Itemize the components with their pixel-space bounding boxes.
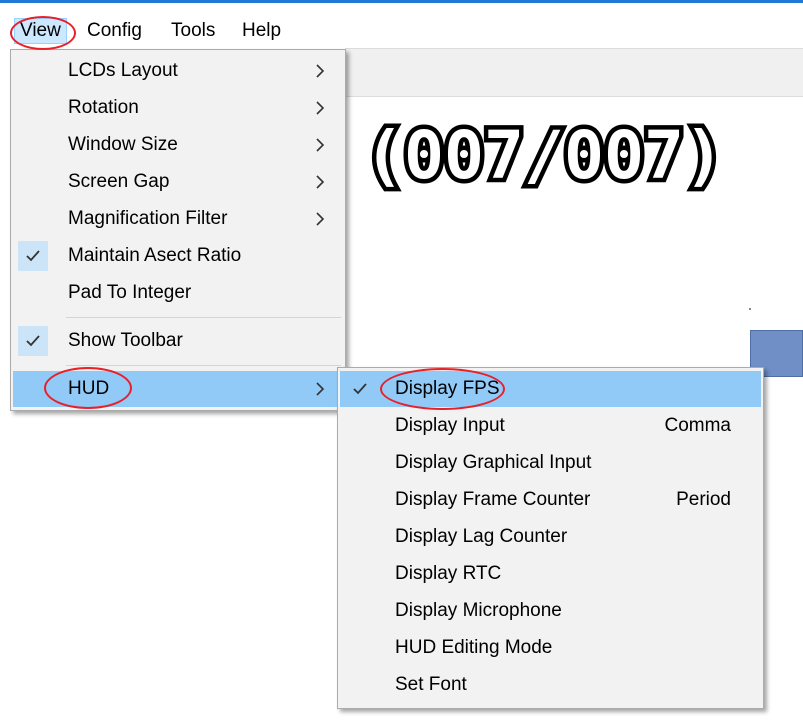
- menu-item-lcds-layout[interactable]: LCDs Layout: [13, 53, 343, 89]
- menu-tools[interactable]: Tools: [166, 18, 220, 44]
- chevron-right-icon: [315, 175, 325, 189]
- annotation-circle-view: [10, 16, 76, 50]
- menu-item-maintain-aspect-ratio[interactable]: Maintain Asect Ratio: [13, 238, 343, 274]
- chevron-right-icon: [315, 64, 325, 78]
- hud-fps-display: (007/007): [360, 114, 729, 194]
- checkmark-icon: [18, 241, 48, 271]
- shortcut-label: Period: [676, 489, 731, 510]
- menu-item-label: Show Toolbar: [68, 330, 183, 351]
- menu-item-display-graphical-input[interactable]: Display Graphical Input: [340, 445, 761, 481]
- menu-item-hud-editing-mode[interactable]: HUD Editing Mode: [340, 630, 761, 666]
- menu-item-set-font[interactable]: Set Font: [340, 667, 761, 703]
- chevron-right-icon: [315, 382, 325, 396]
- menu-bar: View Config Tools Help: [0, 10, 803, 50]
- shortcut-label: Comma: [664, 415, 731, 436]
- menu-item-display-lag-counter[interactable]: Display Lag Counter: [340, 519, 761, 555]
- menu-item-label: Display RTC: [395, 563, 502, 584]
- menu-separator: [66, 317, 341, 318]
- menu-item-label: Display Frame Counter: [395, 489, 591, 510]
- menu-help[interactable]: Help: [237, 18, 286, 44]
- annotation-circle-hud: [44, 367, 132, 409]
- menu-item-display-rtc[interactable]: Display RTC: [340, 556, 761, 592]
- window-top-edge: [0, 0, 803, 10]
- hud-submenu: Display FPS Display Input Comma Display …: [337, 367, 764, 709]
- menu-config[interactable]: Config: [82, 18, 147, 44]
- hud-fps-text: (007/007): [364, 117, 724, 194]
- checkmark-icon: [18, 326, 48, 356]
- checkmark-icon: [345, 374, 375, 404]
- chevron-right-icon: [315, 101, 325, 115]
- menu-item-label: Window Size: [68, 134, 178, 155]
- menu-item-pad-to-integer[interactable]: Pad To Integer: [13, 275, 343, 311]
- menu-item-label: Rotation: [68, 97, 139, 118]
- menu-item-label: Display Lag Counter: [395, 526, 568, 547]
- menu-config-label: Config: [87, 20, 142, 41]
- chevron-right-icon: [315, 138, 325, 152]
- menu-item-label: Maintain Asect Ratio: [68, 245, 242, 266]
- menu-item-magnification-filter[interactable]: Magnification Filter: [13, 201, 343, 237]
- menu-item-label: Pad To Integer: [68, 282, 192, 303]
- menu-item-label: Display Microphone: [395, 600, 562, 621]
- menu-item-display-microphone[interactable]: Display Microphone: [340, 593, 761, 629]
- annotation-circle-display-fps: [380, 368, 505, 410]
- menu-item-label: Magnification Filter: [68, 208, 228, 229]
- stray-pixel: [749, 308, 751, 310]
- chevron-right-icon: [315, 212, 325, 226]
- view-dropdown-menu: LCDs Layout Rotation Window Size Screen …: [10, 49, 346, 411]
- menu-item-label: Set Font: [395, 674, 467, 695]
- menu-item-label: HUD Editing Mode: [395, 637, 553, 658]
- menu-item-display-input[interactable]: Display Input Comma: [340, 408, 761, 444]
- menu-help-label: Help: [242, 20, 282, 41]
- menu-item-label: Screen Gap: [68, 171, 170, 192]
- menu-item-show-toolbar[interactable]: Show Toolbar: [13, 323, 343, 359]
- menu-item-label: LCDs Layout: [68, 60, 178, 81]
- menu-item-label: Display Graphical Input: [395, 452, 592, 473]
- menu-item-screen-gap[interactable]: Screen Gap: [13, 164, 343, 200]
- menu-item-label: Display Input: [395, 415, 505, 436]
- menu-separator: [66, 365, 341, 366]
- toolbar-area: [345, 48, 803, 97]
- menu-tools-label: Tools: [171, 20, 216, 41]
- menu-item-window-size[interactable]: Window Size: [13, 127, 343, 163]
- menu-item-display-frame-counter[interactable]: Display Frame Counter Period: [340, 482, 761, 518]
- menu-item-rotation[interactable]: Rotation: [13, 90, 343, 126]
